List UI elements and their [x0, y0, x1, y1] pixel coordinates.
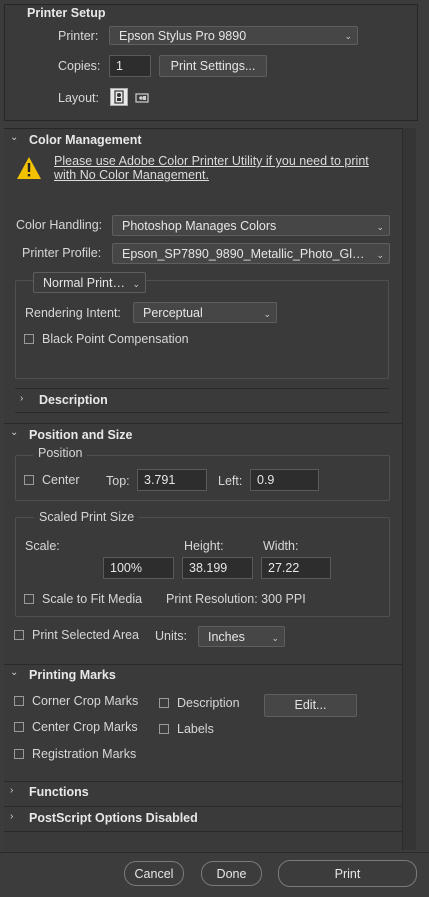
chevron-down-icon[interactable]: ⌄: [10, 427, 18, 438]
chevron-down-icon: ⌄: [271, 633, 279, 643]
registration-label: Registration Marks: [32, 747, 137, 761]
scaled-print-size-title: Scaled Print Size: [34, 510, 140, 524]
printer-dropdown-value: Epson Stylus Pro 9890: [119, 29, 247, 43]
top-input[interactable]: 3.791: [137, 469, 207, 491]
chevron-right-icon[interactable]: ›: [20, 393, 23, 404]
divider: [4, 831, 402, 832]
center-checkbox[interactable]: [24, 475, 34, 485]
scale-label: Scale:: [25, 539, 60, 553]
done-button[interactable]: Done: [201, 861, 262, 886]
printer-profile-value: Epson_SP7890_9890_Metallic_Photo_Glossy_…: [122, 247, 390, 261]
edit-button[interactable]: Edit...: [264, 694, 357, 717]
color-handling-value: Photoshop Manages Colors: [122, 219, 277, 233]
units-dropdown[interactable]: Inches ⌄: [198, 626, 285, 647]
printing-marks-title[interactable]: Printing Marks: [29, 668, 116, 682]
black-point-label: Black Point Compensation: [42, 332, 189, 346]
copies-label: Copies:: [58, 59, 101, 73]
print-selected-area-checkbox[interactable]: [14, 630, 24, 640]
top-label: Top:: [106, 474, 130, 488]
corner-crop-checkbox[interactable]: [14, 696, 24, 706]
landscape-layout-icon[interactable]: [134, 90, 150, 106]
copies-input[interactable]: 1: [109, 55, 151, 77]
printer-profile-dropdown[interactable]: Epson_SP7890_9890_Metallic_Photo_Glossy_…: [112, 243, 390, 264]
height-input[interactable]: 38.199: [182, 557, 253, 579]
cancel-button[interactable]: Cancel: [124, 861, 184, 886]
width-input[interactable]: 27.22: [261, 557, 331, 579]
position-group-title: Position: [33, 446, 88, 460]
registration-checkbox[interactable]: [14, 749, 24, 759]
divider: [4, 781, 402, 782]
scale-to-fit-checkbox[interactable]: [24, 594, 34, 604]
units-label: Units:: [155, 629, 187, 643]
chevron-right-icon[interactable]: ›: [10, 785, 13, 796]
rendering-intent-value: Perceptual: [143, 306, 203, 320]
description-section-title[interactable]: Description: [39, 393, 108, 407]
chevron-down-icon: ⌄: [132, 279, 140, 289]
divider: [4, 423, 402, 424]
center-crop-checkbox[interactable]: [14, 722, 24, 732]
center-label: Center: [42, 473, 80, 487]
left-input[interactable]: 0.9: [250, 469, 319, 491]
left-label: Left:: [218, 474, 243, 488]
color-utility-link-line2[interactable]: with No Color Management.: [54, 168, 209, 182]
units-value: Inches: [208, 630, 245, 644]
scale-to-fit-label: Scale to Fit Media: [42, 592, 143, 606]
width-label: Width:: [263, 539, 299, 553]
portrait-layout-icon[interactable]: [110, 88, 128, 106]
layout-label: Layout:: [58, 91, 100, 105]
corner-crop-label: Corner Crop Marks: [32, 694, 139, 708]
color-utility-link[interactable]: Please use Adobe Color Printer Utility i…: [54, 154, 369, 168]
color-management-title[interactable]: Color Management: [29, 133, 142, 147]
height-label: Height:: [184, 539, 224, 553]
rendering-intent-label: Rendering Intent:: [25, 306, 121, 320]
scale-input[interactable]: 100%: [103, 557, 174, 579]
printer-dropdown[interactable]: Epson Stylus Pro 9890 ⌄: [109, 26, 358, 45]
color-handling-label: Color Handling:: [16, 218, 103, 232]
printer-profile-label: Printer Profile:: [22, 246, 102, 260]
printing-mode-value: Normal Printing: [43, 276, 130, 290]
printing-mode-group: [15, 280, 389, 379]
printer-setup-title: Printer Setup: [27, 6, 106, 20]
chevron-down-icon: ⌄: [376, 250, 384, 260]
description-checkbox[interactable]: [159, 698, 169, 708]
divider: [15, 412, 389, 413]
position-size-title[interactable]: Position and Size: [29, 428, 133, 442]
printer-label: Printer:: [58, 29, 99, 43]
chevron-right-icon[interactable]: ›: [10, 811, 13, 822]
labels-checkbox[interactable]: [159, 724, 169, 734]
functions-title[interactable]: Functions: [29, 785, 89, 799]
chevron-down-icon[interactable]: ⌄: [10, 132, 18, 143]
warning-icon: [16, 156, 42, 180]
divider: [4, 806, 402, 807]
print-selected-area-label: Print Selected Area: [32, 628, 140, 642]
center-crop-label: Center Crop Marks: [32, 720, 138, 734]
divider: [4, 664, 402, 665]
description-mark-label: Description: [177, 696, 240, 710]
print-button[interactable]: Print: [278, 860, 417, 887]
black-point-checkbox[interactable]: [24, 334, 34, 344]
labels-label: Labels: [177, 722, 214, 736]
chevron-down-icon[interactable]: ⌄: [10, 667, 18, 678]
vertical-scrollbar[interactable]: [402, 128, 416, 850]
print-settings-button[interactable]: Print Settings...: [159, 55, 267, 77]
printing-mode-dropdown[interactable]: Normal Printing ⌄: [33, 272, 146, 293]
divider: [15, 388, 389, 389]
chevron-down-icon: ⌄: [263, 309, 271, 319]
print-resolution-text: Print Resolution: 300 PPI: [166, 592, 306, 606]
postscript-title[interactable]: PostScript Options Disabled: [29, 811, 198, 825]
rendering-intent-dropdown[interactable]: Perceptual ⌄: [133, 302, 277, 323]
footer-divider: [0, 852, 429, 853]
color-handling-dropdown[interactable]: Photoshop Manages Colors ⌄: [112, 215, 390, 236]
chevron-down-icon: ⌄: [376, 222, 384, 232]
chevron-down-icon: ⌄: [344, 31, 352, 41]
